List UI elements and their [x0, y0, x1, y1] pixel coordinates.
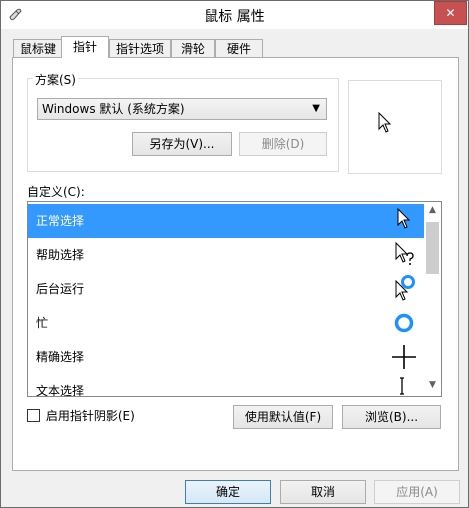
- list-item[interactable]: 正常选择: [28, 204, 424, 238]
- delete-button[interactable]: 删除(D): [239, 132, 327, 156]
- list-item-label: 忙: [36, 316, 49, 330]
- mouse-properties-window: 鼠标 属性 ✕ 鼠标键 指针 指针选项 滑轮 硬件 方案(S) Windows …: [0, 0, 469, 508]
- tab-pointer-options-label: 指针选项: [115, 42, 164, 56]
- list-item[interactable]: 文本选择: [28, 374, 424, 397]
- scroll-up-icon[interactable]: ▲: [424, 202, 441, 219]
- chevron-down-icon: ▼: [312, 103, 320, 114]
- list-item-label: 文本选择: [36, 384, 85, 397]
- crosshair-cursor-icon: [392, 345, 416, 369]
- list-item[interactable]: 忙: [28, 306, 424, 340]
- list-item-label: 正常选择: [36, 214, 85, 228]
- title-bar: 鼠标 属性 ✕: [1, 1, 468, 29]
- list-item[interactable]: 帮助选择: [28, 238, 424, 272]
- tab-pointer-options[interactable]: 指针选项: [109, 39, 171, 58]
- scroll-down-icon[interactable]: ▼: [424, 377, 441, 394]
- browse-button[interactable]: 浏览(B)...: [342, 405, 441, 429]
- save-as-button[interactable]: 另存为(V)...: [132, 132, 232, 156]
- close-icon: ✕: [445, 6, 456, 20]
- tab-hardware-label: 硬件: [226, 42, 251, 56]
- cancel-button[interactable]: 取消: [280, 480, 366, 504]
- tab-wheel-label: 滑轮: [180, 42, 205, 56]
- scroll-thumb[interactable]: [426, 222, 439, 274]
- busy-cursor-icon: [394, 313, 414, 333]
- scheme-dropdown-value: Windows 默认 (系统方案): [42, 102, 185, 116]
- window-title: 鼠标 属性: [204, 9, 265, 25]
- text-cursor-icon: [400, 377, 404, 395]
- shadow-option[interactable]: 启用指针阴影(E): [27, 407, 135, 424]
- close-button[interactable]: ✕: [434, 1, 467, 25]
- apply-button[interactable]: 应用(A): [374, 480, 460, 504]
- arrow-cursor-icon: [397, 207, 411, 229]
- list-item[interactable]: 后台运行: [28, 272, 424, 306]
- customize-label: 自定义(C):: [27, 185, 85, 199]
- list-item-label: 精确选择: [36, 350, 85, 364]
- list-item[interactable]: 精确选择: [28, 340, 424, 374]
- tab-buttons-label: 鼠标键: [19, 42, 56, 56]
- tab-pointers-label: 指针: [72, 40, 97, 54]
- list-item-label: 帮助选择: [36, 248, 85, 262]
- list-item-label: 后台运行: [36, 282, 85, 296]
- help-cursor-icon: [395, 241, 414, 265]
- scheme-group: [27, 78, 339, 172]
- shadow-checkbox[interactable]: [27, 409, 40, 422]
- shadow-checkbox-label: 启用指针阴影(E): [45, 409, 135, 423]
- tab-buttons[interactable]: 鼠标键: [13, 39, 63, 58]
- tab-pointers[interactable]: 指针: [61, 36, 109, 58]
- scheme-dropdown[interactable]: Windows 默认 (系统方案) ▼: [37, 98, 327, 120]
- cursor-list[interactable]: 正常选择 帮助选择 后台运行 忙 精确选择 文本选择 ▲ ▼: [27, 201, 442, 397]
- arrow-cursor-icon: [378, 112, 392, 133]
- tab-wheel[interactable]: 滑轮: [171, 39, 215, 58]
- tab-hardware[interactable]: 硬件: [215, 39, 263, 58]
- list-scrollbar[interactable]: ▲ ▼: [424, 202, 441, 394]
- scheme-group-label: 方案(S): [33, 71, 78, 88]
- cursor-preview: [348, 80, 442, 174]
- use-default-button[interactable]: 使用默认值(F): [233, 405, 333, 429]
- ok-button[interactable]: 确定: [185, 480, 271, 504]
- working-in-background-cursor-icon: [395, 275, 415, 301]
